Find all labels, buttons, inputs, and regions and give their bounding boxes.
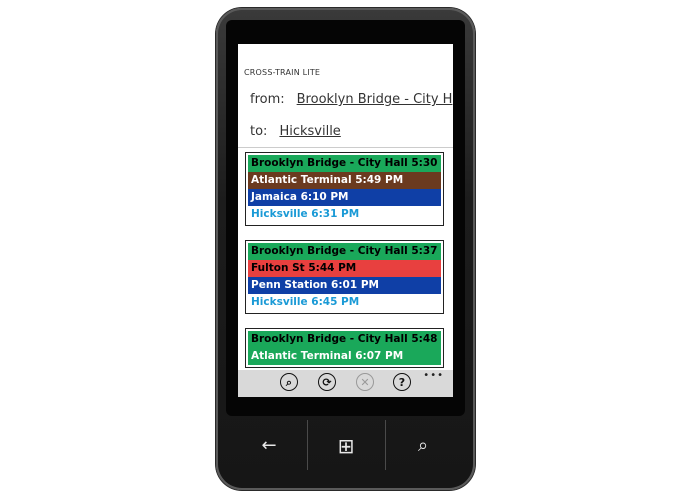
trip-stop: Atlantic Terminal 5:49 PM bbox=[248, 172, 441, 189]
back-button[interactable]: ← bbox=[226, 416, 312, 476]
trip-stop: Jamaica 6:10 PM bbox=[248, 189, 441, 206]
trip-stop: Hicksville 6:45 PM bbox=[248, 294, 441, 311]
trip-stop: Atlantic Terminal 6:07 PM bbox=[248, 348, 441, 365]
header-divider bbox=[238, 147, 453, 148]
from-label: from: bbox=[250, 92, 285, 107]
trip-card[interactable]: Brooklyn Bridge - City Hall 5:30 PM Atlan… bbox=[245, 152, 444, 226]
trip-card[interactable]: Brooklyn Bridge - City Hall 5:37 PM Fulto… bbox=[245, 240, 444, 314]
from-station-link[interactable]: Brooklyn Bridge - City H bbox=[297, 92, 453, 107]
to-row: to: Hicksville bbox=[250, 124, 341, 139]
search-icon: ⌕ bbox=[285, 376, 293, 389]
trip-stop: Brooklyn Bridge - City Hall 5:48 PM bbox=[248, 331, 441, 348]
from-row: from: Brooklyn Bridge - City H bbox=[250, 92, 452, 107]
search-button[interactable]: ⌕ bbox=[280, 373, 298, 391]
to-label: to: bbox=[250, 124, 268, 139]
to-station-link[interactable]: Hicksville bbox=[279, 124, 340, 139]
more-options-icon[interactable]: ••• bbox=[423, 370, 444, 381]
refresh-icon: ⟳ bbox=[322, 376, 332, 389]
trip-stop: Fulton St 5:44 PM bbox=[248, 260, 441, 277]
start-button[interactable]: ⊞ bbox=[303, 416, 389, 476]
app-title: CROSS-TRAIN LITE bbox=[244, 68, 321, 77]
help-button[interactable]: ? bbox=[393, 373, 411, 391]
trip-card[interactable]: Brooklyn Bridge - City Hall 5:48 PM Atlan… bbox=[245, 328, 444, 368]
phone-screen: CROSS-TRAIN LITE from: Brooklyn Bridge - … bbox=[238, 44, 453, 397]
refresh-button[interactable]: ⟳ bbox=[318, 373, 336, 391]
trip-stop: Brooklyn Bridge - City Hall 5:30 PM bbox=[248, 155, 441, 172]
application-bar: ⌕ ⟳ ✕ ? ••• bbox=[238, 370, 453, 397]
cancel-icon: ✕ bbox=[360, 376, 370, 389]
help-icon: ? bbox=[398, 376, 406, 389]
trip-stop: Penn Station 6:01 PM bbox=[248, 277, 441, 294]
trip-stop: Hicksville 6:31 PM bbox=[248, 206, 441, 223]
trip-list[interactable]: Brooklyn Bridge - City Hall 5:30 PM Atlan… bbox=[238, 150, 453, 370]
cancel-button[interactable]: ✕ bbox=[356, 373, 374, 391]
search-hw-button[interactable]: ⌕ bbox=[380, 416, 466, 476]
trip-stop: Brooklyn Bridge - City Hall 5:37 PM bbox=[248, 243, 441, 260]
